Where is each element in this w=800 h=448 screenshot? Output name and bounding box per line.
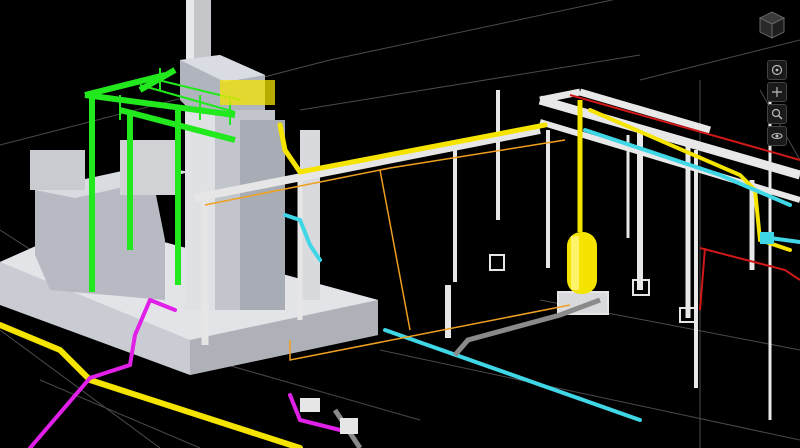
orbit-icon [771,132,783,140]
3d-model-viewport[interactable] [0,0,800,448]
pan-button[interactable] [767,82,787,102]
view-cube-icon [758,11,786,39]
zoom-button[interactable] [767,104,787,124]
navigation-bar [763,60,789,160]
plant-3d-scene[interactable] [0,0,800,448]
steering-wheel-button[interactable] [767,60,787,80]
orbit-button[interactable] [767,126,787,146]
pan-icon [772,87,782,97]
steering-wheel-icon [771,64,783,76]
zoom-icon [771,108,783,120]
view-cube[interactable] [752,8,792,42]
